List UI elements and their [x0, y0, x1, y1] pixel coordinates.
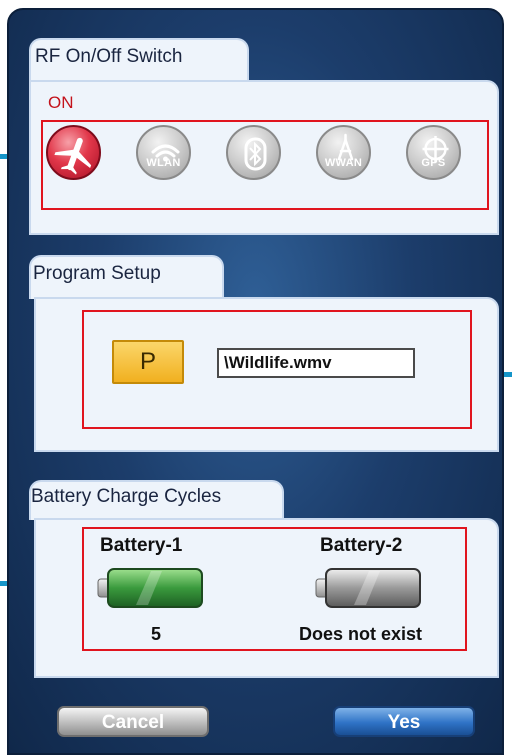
battery-section-title: Battery Charge Cycles	[31, 486, 222, 507]
program-section-title: Program Setup	[33, 263, 161, 284]
battery-1-name: Battery-1	[100, 535, 183, 556]
battery-1-cycles: 5	[151, 624, 162, 644]
program-p-button[interactable]: P	[112, 340, 184, 384]
airplane-mode-button[interactable]	[46, 125, 101, 180]
battery-2-name: Battery-2	[320, 535, 403, 556]
bluetooth-icon	[244, 137, 267, 171]
rf-buttons-highlight: WLAN WWAN GPS	[41, 120, 489, 210]
rf-section-title: RF On/Off Switch	[35, 46, 183, 67]
compass-icon	[422, 136, 449, 162]
cancel-button[interactable]: Cancel	[57, 706, 209, 737]
rf-settings-dialog: RF On/Off Switch ON WLAN WWAN GPS Progra…	[7, 8, 504, 755]
gps-label: GPS	[421, 157, 446, 169]
airplane-icon	[54, 137, 92, 175]
battery-empty-icon	[315, 568, 421, 608]
wwan-button[interactable]: WWAN	[316, 125, 371, 180]
program-file-field[interactable]: \Wildlife.wmv	[217, 348, 415, 378]
antenna-tower-icon	[337, 133, 354, 161]
yes-button[interactable]: Yes	[333, 706, 475, 737]
battery-highlight: Battery-1 5 Battery-2 Does not exist	[82, 527, 467, 651]
program-highlight: P \Wildlife.wmv	[82, 310, 472, 429]
battery-2-status: Does not exist	[299, 624, 423, 644]
wlan-label: WLAN	[146, 157, 181, 169]
rf-state-label: ON	[48, 93, 74, 112]
wwan-label: WWAN	[324, 157, 363, 169]
battery-full-icon	[97, 568, 203, 608]
gps-button[interactable]: GPS	[406, 125, 461, 180]
wlan-button[interactable]: WLAN	[136, 125, 191, 180]
wifi-icon	[151, 144, 180, 162]
bluetooth-button[interactable]	[226, 125, 281, 180]
